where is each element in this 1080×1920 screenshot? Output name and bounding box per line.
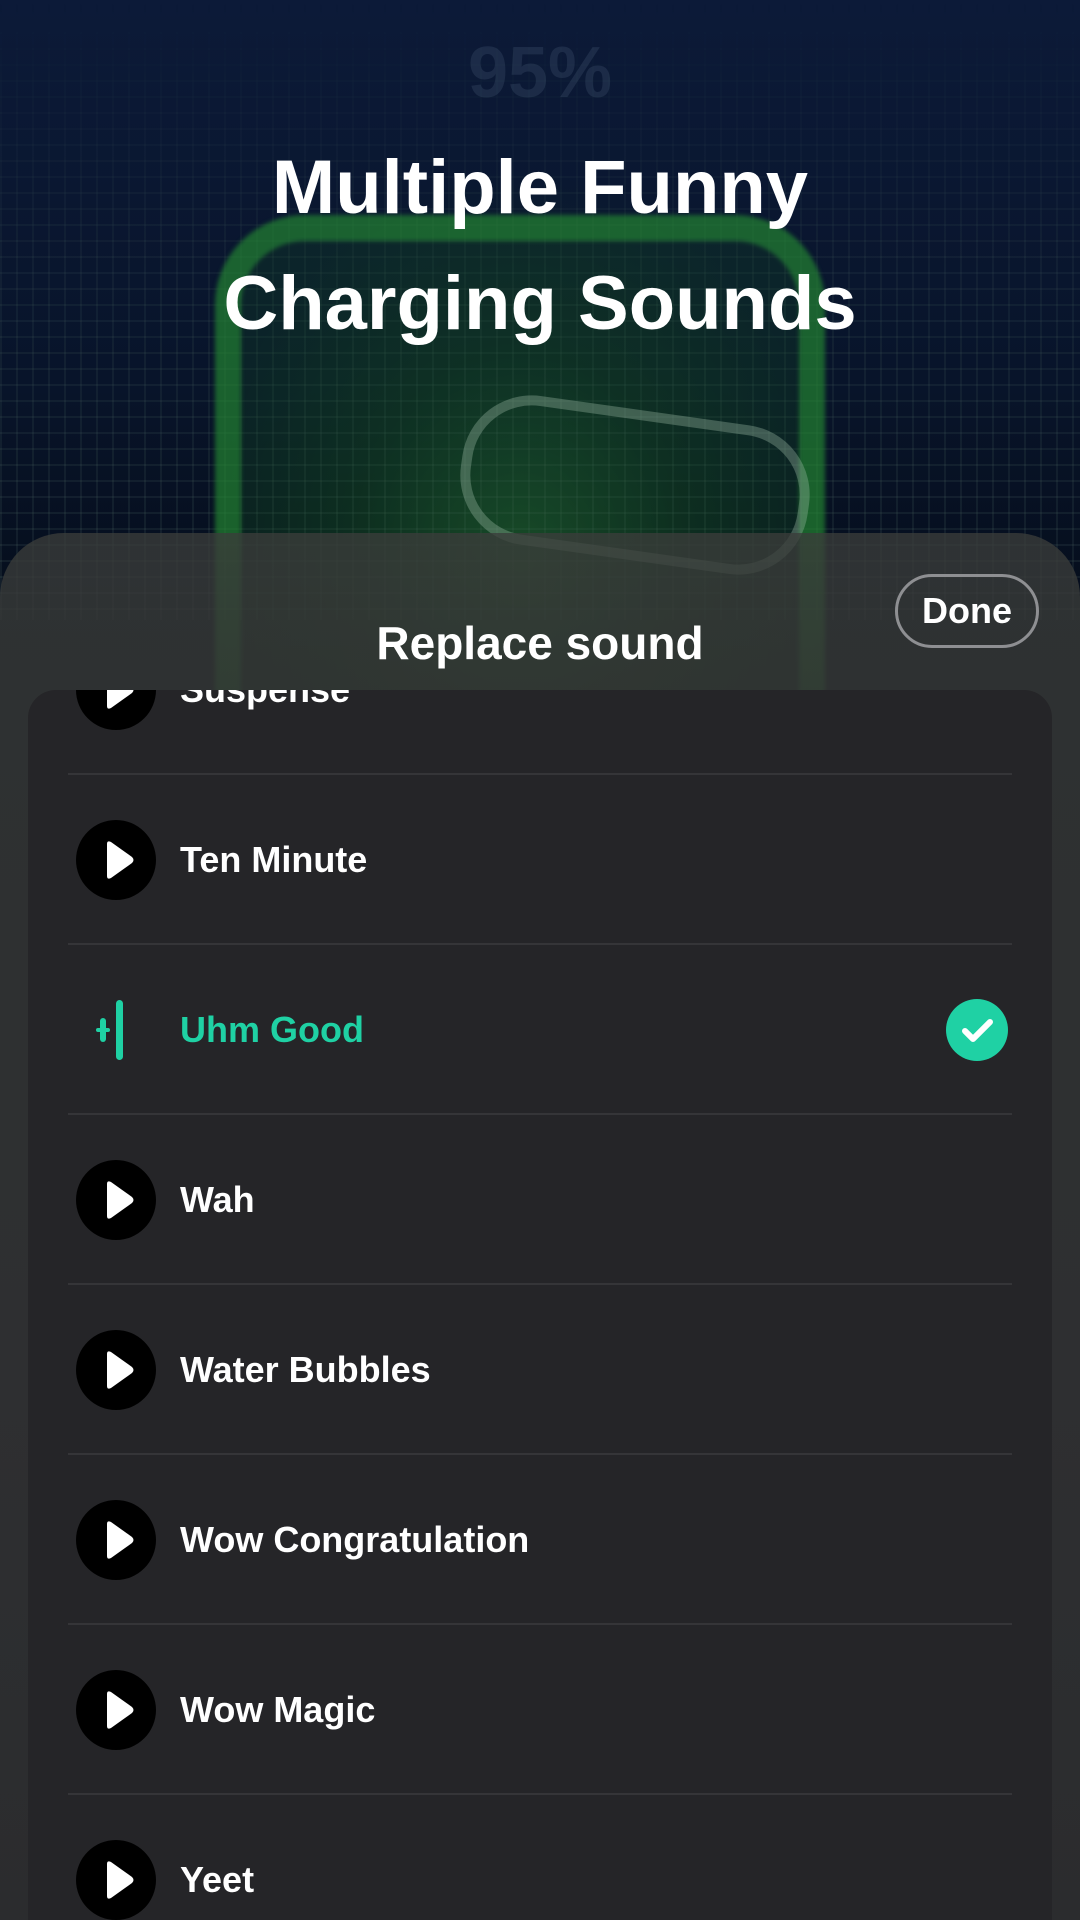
sound-list[interactable]: Suspense Ten Minute Uhm Good <box>28 690 1052 1920</box>
play-icon <box>107 1861 134 1899</box>
play-button[interactable] <box>76 690 156 730</box>
selected-check-icon <box>946 999 1008 1061</box>
play-button[interactable] <box>76 1840 156 1920</box>
play-button[interactable] <box>76 1330 156 1410</box>
sound-item-wow-congratulation[interactable]: Wow Congratulation <box>68 1455 1012 1625</box>
sound-item-water-bubbles[interactable]: Water Bubbles <box>68 1285 1012 1455</box>
play-button[interactable] <box>76 1160 156 1240</box>
done-button[interactable]: Done <box>895 574 1039 648</box>
play-icon <box>107 841 134 879</box>
sound-item-wah[interactable]: Wah <box>68 1115 1012 1285</box>
play-icon <box>107 1521 134 1559</box>
screen: 95% Multiple Funny Charging Sounds Repla… <box>0 0 1080 1920</box>
sound-item-label: Water Bubbles <box>180 1349 431 1390</box>
sound-item-label: Ten Minute <box>180 839 368 880</box>
sound-item-label: Wow Congratulation <box>180 1519 530 1560</box>
play-button[interactable] <box>76 1500 156 1580</box>
play-icon <box>107 690 134 709</box>
sound-item-label: Wow Magic <box>180 1689 376 1730</box>
play-button[interactable] <box>76 1670 156 1750</box>
hero-title-line-1: Multiple Funny <box>271 145 809 230</box>
sound-item-ten-minute[interactable]: Ten Minute <box>68 775 1012 945</box>
sound-item-uhm-good[interactable]: Uhm Good <box>68 945 1012 1115</box>
hero-title: Multiple Funny Charging Sounds <box>0 130 1080 362</box>
sound-item-wow-magic[interactable]: Wow Magic <box>68 1625 1012 1795</box>
battery-percent: 95% <box>467 33 613 113</box>
sound-item-label: Yeet <box>180 1859 255 1900</box>
sound-item-label: Uhm Good <box>180 1009 364 1050</box>
play-icon <box>107 1351 134 1389</box>
sound-item-yeet[interactable]: Yeet <box>68 1795 1012 1920</box>
play-button[interactable] <box>76 820 156 900</box>
replace-sound-sheet: Replace sound Done Suspense Ten Minute <box>0 533 1080 1920</box>
equalizer-icon <box>96 1000 136 1060</box>
hero-title-line-2: Charging Sounds <box>223 261 857 346</box>
sound-item-label: Suspense <box>180 690 350 775</box>
play-icon <box>107 1181 134 1219</box>
play-icon <box>107 1691 134 1729</box>
sound-item-label: Wah <box>180 1179 255 1220</box>
sound-item-suspense[interactable]: Suspense <box>68 690 1012 775</box>
